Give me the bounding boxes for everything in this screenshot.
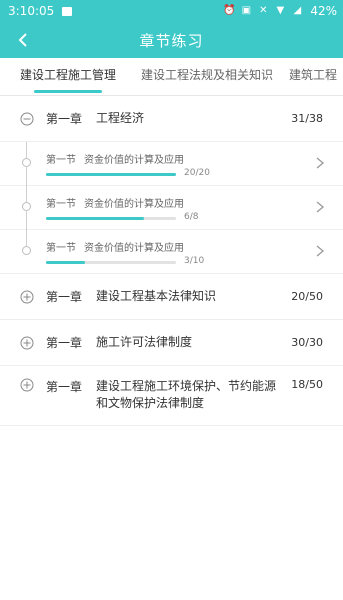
chapter-name: 建设工程基本法律知识 — [96, 289, 217, 303]
chapter-count: 31/38 — [291, 112, 323, 125]
page-title: 章节练习 — [139, 31, 204, 50]
progress-fill — [46, 173, 176, 176]
progress-fill — [46, 217, 144, 220]
battery-level: 42% — [310, 4, 337, 18]
mute-icon: ✕ — [259, 5, 268, 16]
section-title: 第一节 资金价值的计算及应用 — [46, 151, 184, 166]
tab-label: 建设工程法规及相关知识 — [141, 68, 274, 82]
chapter-name: 建设工程施工环境保护、节约能源和文物保护法律制度 — [96, 379, 277, 410]
chapter-number: 第一章 — [46, 290, 83, 304]
section-name: 资金价值的计算及应用 — [84, 199, 184, 210]
chapter-count: 30/30 — [291, 336, 323, 349]
tab-label: 建筑工程 — [289, 68, 338, 82]
section-row[interactable]: 第一节 资金价值的计算及应用 3/10 — [0, 230, 343, 274]
chevron-right-icon[interactable] — [315, 244, 325, 258]
image-icon — [62, 6, 73, 16]
chapter-name: 施工许可法律制度 — [96, 335, 193, 349]
chapter-count: 20/50 — [291, 290, 323, 303]
tree-node-dot — [22, 246, 31, 255]
tab-active-indicator — [34, 90, 102, 93]
progress-text: 20/20 — [184, 168, 210, 178]
section-title: 第一节 资金价值的计算及应用 — [46, 239, 184, 254]
wifi-icon: ▼ — [276, 5, 285, 16]
section-title: 第一节 资金价值的计算及应用 — [46, 195, 184, 210]
tab-label: 建设工程施工管理 — [20, 68, 117, 82]
progress-text: 6/8 — [184, 212, 199, 222]
tree-line — [26, 210, 27, 230]
chapter-list: 第一章 工程经济 31/38 第一节 资金价值的计算及应用 20/20 第一节 资金… — [0, 96, 343, 426]
alarm-icon: ⏰ — [223, 5, 236, 16]
progress-bar — [46, 261, 176, 264]
chevron-right-icon[interactable] — [315, 200, 325, 214]
section-name: 资金价值的计算及应用 — [84, 155, 184, 166]
section-row[interactable]: 第一节 资金价值的计算及应用 20/20 — [0, 142, 343, 186]
status-time: 3:10:05 — [8, 4, 55, 18]
tab-construction-law[interactable]: 建设工程法规及相关知识 — [141, 58, 274, 95]
tab-building-engineering[interactable]: 建筑工程 — [289, 58, 338, 95]
progress-bar — [46, 217, 176, 220]
chapter-row[interactable]: 第一章 建设工程基本法律知识 20/50 — [0, 274, 343, 320]
expand-icon[interactable] — [20, 290, 34, 304]
section-name: 资金价值的计算及应用 — [84, 243, 184, 254]
status-icons: ⏰ ▣ ✕ ▼ ◢ 42% — [223, 4, 337, 18]
chapter-number: 第一章 — [46, 380, 83, 394]
chevron-left-icon[interactable] — [14, 30, 34, 50]
signal-icon: ◢ — [293, 5, 302, 16]
title-bar: 章节练习 — [0, 22, 343, 58]
progress-text: 3/10 — [184, 256, 205, 266]
chapter-row[interactable]: 第一章 工程经济 31/38 — [0, 96, 343, 142]
chevron-right-icon[interactable] — [315, 156, 325, 170]
tab-construction-management[interactable]: 建设工程施工管理 — [20, 58, 117, 95]
chapter-name: 工程经济 — [96, 111, 145, 125]
nfc-icon: ▣ — [241, 5, 252, 16]
section-number: 第一节 — [46, 243, 76, 254]
chapter-row[interactable]: 第一章 建设工程施工环境保护、节约能源和文物保护法律制度 18/50 — [0, 366, 343, 426]
chapter-number: 第一章 — [46, 336, 83, 350]
section-number: 第一节 — [46, 199, 76, 210]
progress-fill — [46, 261, 85, 264]
chapter-count: 18/50 — [291, 378, 323, 391]
tree-line — [26, 166, 27, 186]
chapter-number: 第一章 — [46, 112, 83, 126]
chapter-row[interactable]: 第一章 施工许可法律制度 30/30 — [0, 320, 343, 366]
collapse-icon[interactable] — [20, 112, 34, 126]
section-row[interactable]: 第一节 资金价值的计算及应用 6/8 — [0, 186, 343, 230]
expand-icon[interactable] — [20, 336, 34, 350]
progress-bar — [46, 173, 176, 176]
tab-bar: 建设工程施工管理 建设工程法规及相关知识 建筑工程 — [0, 58, 343, 96]
expand-icon[interactable] — [20, 378, 34, 392]
section-number: 第一节 — [46, 155, 76, 166]
status-bar: 3:10:05 ⏰ ▣ ✕ ▼ ◢ 42% — [0, 0, 343, 22]
